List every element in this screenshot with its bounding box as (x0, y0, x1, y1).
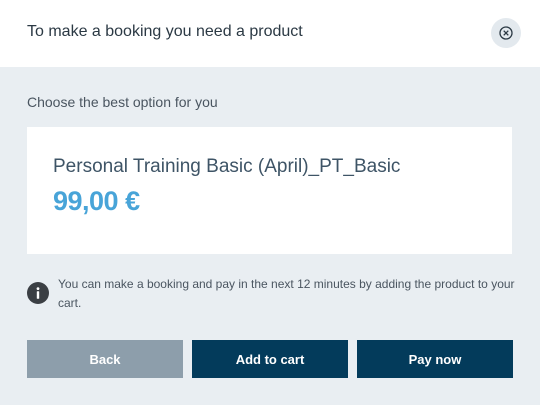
product-price: 99,00 € (53, 186, 140, 216)
modal-header: To make a booking you need a product (0, 0, 540, 67)
product-card[interactable]: Personal Training Basic (April)_PT_Basic… (27, 127, 512, 254)
info-message: You can make a booking and pay in the ne… (58, 277, 515, 310)
back-button[interactable]: Back (27, 340, 183, 378)
pay-now-button[interactable]: Pay now (357, 340, 513, 378)
booking-modal: To make a booking you need a product Cho… (0, 0, 540, 405)
add-to-cart-button[interactable]: Add to cart (192, 340, 348, 378)
product-name: Personal Training Basic (April)_PT_Basic (53, 156, 401, 177)
info-icon (27, 282, 49, 304)
close-circle-icon (499, 26, 513, 40)
modal-title: To make a booking you need a product (27, 23, 303, 40)
close-button[interactable] (491, 18, 521, 48)
section-label: Choose the best option for you (27, 94, 218, 110)
